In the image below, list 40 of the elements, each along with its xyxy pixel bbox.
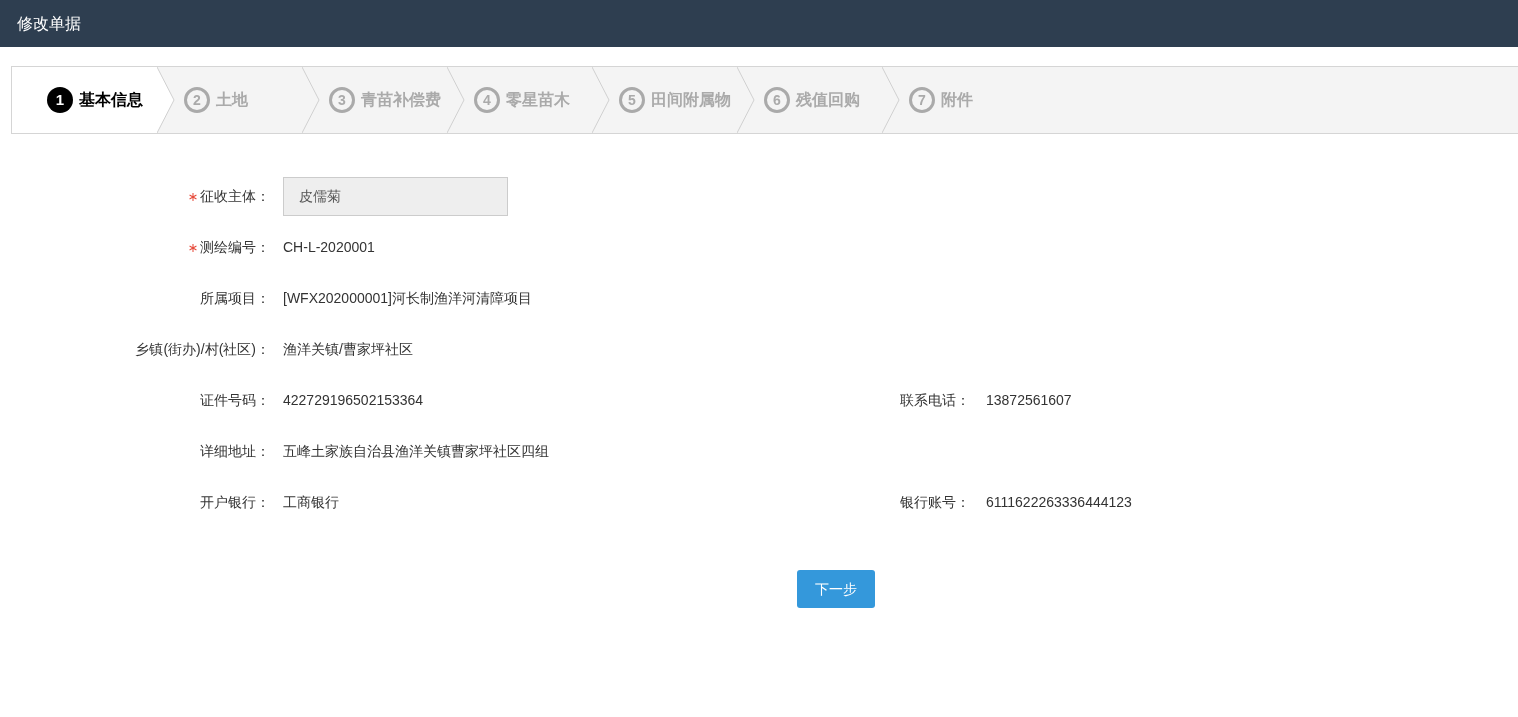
step-number: 5 [619, 87, 645, 113]
input-field[interactable]: 皮儒菊 [283, 177, 508, 216]
step-tab[interactable]: 7 附件 [900, 67, 1027, 133]
step-label: 残值回购 [796, 90, 860, 110]
field-label: 征收主体： [200, 187, 270, 206]
step-number: 4 [474, 87, 500, 113]
page-title: 修改单据 [17, 13, 81, 34]
field-label: 银行账号： [900, 493, 970, 512]
field-label: 测绘编号： [200, 238, 270, 257]
step-label: 土地 [216, 90, 248, 110]
field-label: 证件号码： [200, 391, 270, 410]
step-number: 1 [47, 87, 73, 113]
step-tab[interactable]: 6 残值回购 [755, 67, 882, 133]
next-step-button[interactable]: 下一步 [797, 570, 875, 608]
field-value: 422729196502153364 [283, 391, 424, 410]
step-number: 2 [184, 87, 210, 113]
step-label: 青苗补偿费 [361, 90, 441, 110]
field-value: 渔洋关镇/曹家坪社区 [283, 340, 413, 359]
step-label: 附件 [941, 90, 973, 110]
step-tab[interactable]: 4 零星苗木 [465, 67, 592, 133]
field-label: 详细地址： [200, 442, 270, 461]
step-number: 7 [909, 87, 935, 113]
step-label: 基本信息 [79, 90, 143, 110]
step-number: 6 [764, 87, 790, 113]
field-value: CH-L-2020001 [283, 238, 375, 257]
step-label: 零星苗木 [506, 90, 570, 110]
field-value: 6111622263336444123 [986, 493, 1132, 512]
step-tab[interactable]: 3 青苗补偿费 [320, 67, 447, 133]
field-value: 13872561607 [986, 391, 1072, 410]
field-value: 五峰土家族自治县渔洋关镇曹家坪社区四组 [283, 442, 549, 461]
field-label: 开户银行： [200, 493, 270, 512]
field-label: 所属项目： [200, 289, 270, 308]
step-label: 田间附属物 [651, 90, 731, 110]
step-tab[interactable]: 2 土地 [175, 67, 302, 133]
field-value: [WFX202000001]河长制渔洋河清障项目 [283, 289, 532, 308]
field-label: 乡镇(街办)/村(社区)： [135, 340, 270, 359]
step-number: 3 [329, 87, 355, 113]
step-tab[interactable]: 5 田间附属物 [610, 67, 737, 133]
field-label: 联系电话： [900, 391, 970, 410]
field-value: 工商银行 [283, 493, 339, 512]
